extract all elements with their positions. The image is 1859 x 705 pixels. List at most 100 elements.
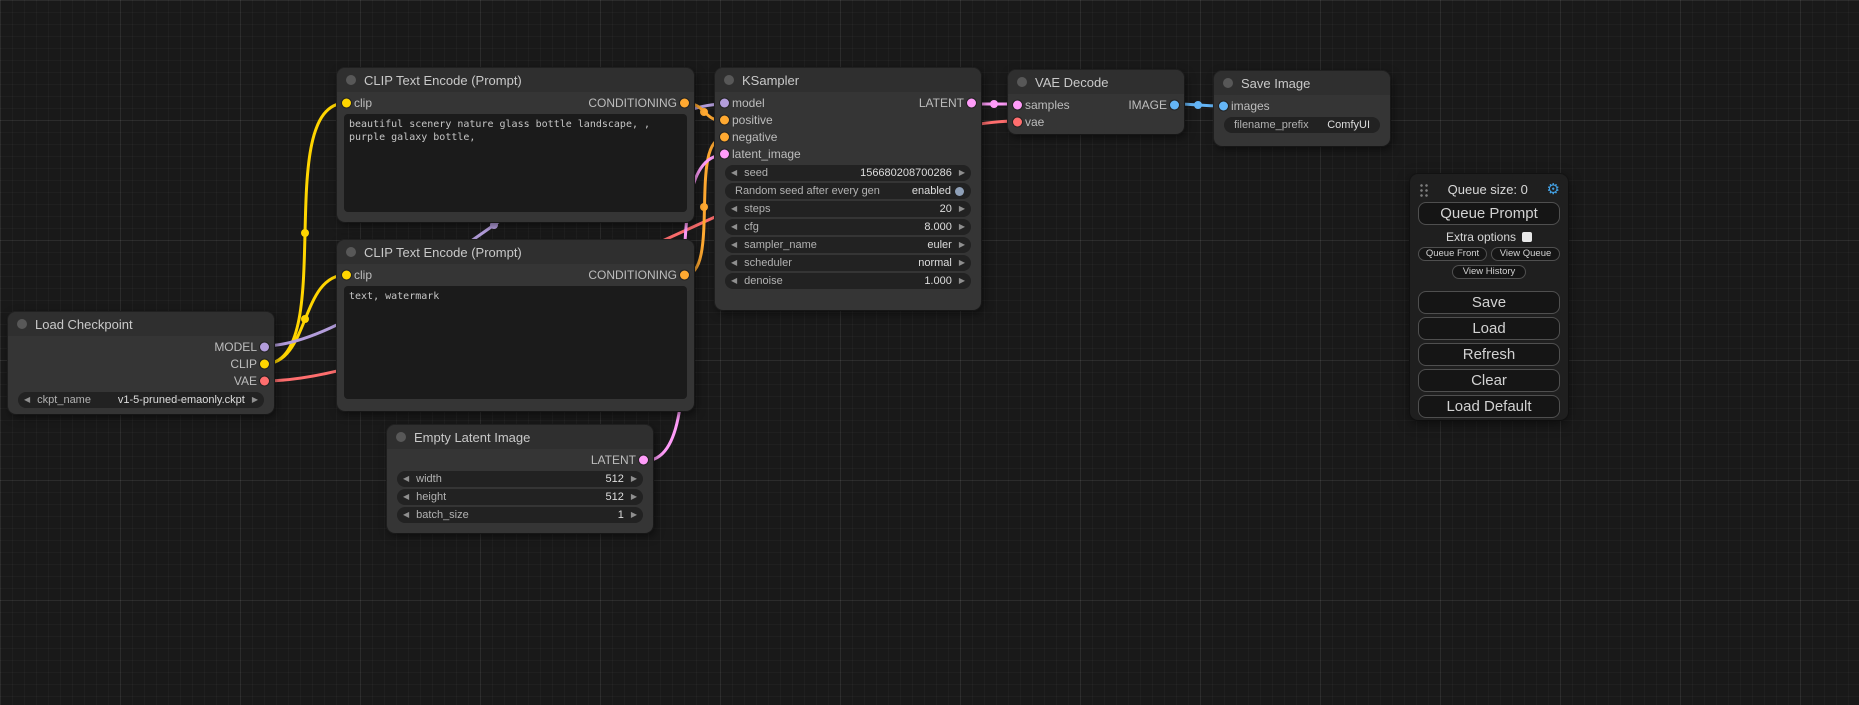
node-title-bar[interactable]: KSampler — [715, 68, 981, 92]
refresh-button[interactable]: Refresh — [1418, 343, 1560, 366]
view-history-button[interactable]: View History — [1452, 265, 1526, 279]
widget-label: denoise — [744, 275, 783, 287]
node-empty-latent-image[interactable]: Empty Latent Image LATENT ◀ width 512 ▶ … — [387, 425, 653, 533]
node-load-checkpoint[interactable]: Load Checkpoint MODEL CLIP VAE ◀ ckpt_na… — [8, 312, 274, 414]
decrement-arrow-icon[interactable]: ◀ — [403, 511, 409, 519]
collapse-toggle-icon[interactable] — [346, 247, 356, 257]
increment-arrow-icon[interactable]: ▶ — [959, 277, 965, 285]
collapse-toggle-icon[interactable] — [1017, 77, 1027, 87]
control-after-generate-widget[interactable]: Random seed after every gen enabled — [725, 183, 971, 199]
decrement-arrow-icon[interactable]: ◀ — [731, 277, 737, 285]
collapse-toggle-icon[interactable] — [396, 432, 406, 442]
widget-value: 1 — [618, 509, 624, 521]
collapse-toggle-icon[interactable] — [17, 319, 27, 329]
queue-prompt-button[interactable]: Queue Prompt — [1418, 202, 1560, 225]
clip-input-slot[interactable] — [342, 270, 351, 279]
node-title-bar[interactable]: Load Checkpoint — [8, 312, 274, 336]
decrement-arrow-icon[interactable]: ◀ — [731, 259, 737, 267]
positive-prompt-textarea[interactable]: beautiful scenery nature glass bottle la… — [344, 114, 687, 212]
collapse-toggle-icon[interactable] — [346, 75, 356, 85]
toggle-dot-icon[interactable] — [955, 187, 964, 196]
latent-output-slot[interactable] — [967, 98, 976, 107]
seed-widget[interactable]: ◀ seed 156680208700286 ▶ — [725, 165, 971, 181]
node-title: Empty Latent Image — [414, 430, 530, 445]
decrement-arrow-icon[interactable]: ◀ — [731, 241, 737, 249]
widget-label: seed — [744, 167, 768, 179]
output-label-conditioning: CONDITIONING — [588, 96, 677, 110]
node-vae-decode[interactable]: VAE Decode samples IMAGE vae — [1008, 70, 1184, 134]
ckpt-name-widget[interactable]: ◀ ckpt_name v1-5-pruned-emaonly.ckpt ▶ — [18, 392, 264, 408]
collapse-toggle-icon[interactable] — [724, 75, 734, 85]
cfg-widget[interactable]: ◀ cfg 8.000 ▶ — [725, 219, 971, 235]
decrement-arrow-icon[interactable]: ◀ — [403, 475, 409, 483]
widget-value: v1-5-pruned-emaonly.ckpt — [118, 394, 245, 406]
extra-options-checkbox[interactable] — [1522, 232, 1532, 242]
collapse-toggle-icon[interactable] — [1223, 78, 1233, 88]
link-midpoint-dot — [301, 315, 309, 323]
latent-image-input-slot[interactable] — [720, 149, 729, 158]
queue-front-button[interactable]: Queue Front — [1418, 247, 1487, 261]
clip-input-slot[interactable] — [342, 98, 351, 107]
height-widget[interactable]: ◀ height 512 ▶ — [397, 489, 643, 505]
latent-output-slot[interactable] — [639, 455, 648, 464]
image-output-slot[interactable] — [1170, 100, 1179, 109]
decrement-arrow-icon[interactable]: ◀ — [403, 493, 409, 501]
negative-input-slot[interactable] — [720, 132, 729, 141]
node-title-bar[interactable]: VAE Decode — [1008, 70, 1184, 94]
node-title-bar[interactable]: Save Image — [1214, 71, 1390, 95]
increment-arrow-icon[interactable]: ▶ — [631, 475, 637, 483]
node-title: KSampler — [742, 73, 799, 88]
conditioning-output-slot[interactable] — [680, 98, 689, 107]
extra-options-row: Extra options — [1418, 230, 1560, 244]
vae-input-slot[interactable] — [1013, 117, 1022, 126]
increment-arrow-icon[interactable]: ▶ — [959, 223, 965, 231]
vae-output-slot[interactable] — [260, 376, 269, 385]
samples-input-slot[interactable] — [1013, 100, 1022, 109]
node-title-bar[interactable]: Empty Latent Image — [387, 425, 653, 449]
node-title-bar[interactable]: CLIP Text Encode (Prompt) — [337, 68, 694, 92]
increment-arrow-icon[interactable]: ▶ — [252, 396, 258, 404]
decrement-arrow-icon[interactable]: ◀ — [731, 169, 737, 177]
steps-widget[interactable]: ◀ steps 20 ▶ — [725, 201, 971, 217]
batch-size-widget[interactable]: ◀ batch_size 1 ▶ — [397, 507, 643, 523]
clear-button[interactable]: Clear — [1418, 369, 1560, 392]
filename-prefix-widget[interactable]: filename_prefix ComfyUI — [1224, 117, 1380, 133]
positive-input-slot[interactable] — [720, 115, 729, 124]
slot-row: negative — [715, 128, 981, 145]
increment-arrow-icon[interactable]: ▶ — [631, 493, 637, 501]
increment-arrow-icon[interactable]: ▶ — [959, 241, 965, 249]
model-input-slot[interactable] — [720, 98, 729, 107]
graph-canvas[interactable]: Load Checkpoint MODEL CLIP VAE ◀ ckpt_na… — [0, 0, 1859, 705]
link-midpoint-dot — [700, 203, 708, 211]
node-clip-text-encode-positive[interactable]: CLIP Text Encode (Prompt) clip CONDITION… — [337, 68, 694, 222]
clip-output-slot[interactable] — [260, 359, 269, 368]
increment-arrow-icon[interactable]: ▶ — [631, 511, 637, 519]
widget-label: width — [416, 473, 442, 485]
load-button[interactable]: Load — [1418, 317, 1560, 340]
node-save-image[interactable]: Save Image images filename_prefix ComfyU… — [1214, 71, 1390, 146]
images-input-slot[interactable] — [1219, 101, 1228, 110]
increment-arrow-icon[interactable]: ▶ — [959, 205, 965, 213]
drag-handle-icon[interactable] — [1418, 182, 1429, 197]
load-default-button[interactable]: Load Default — [1418, 395, 1560, 418]
width-widget[interactable]: ◀ width 512 ▶ — [397, 471, 643, 487]
denoise-widget[interactable]: ◀ denoise 1.000 ▶ — [725, 273, 971, 289]
negative-prompt-textarea[interactable]: text, watermark — [344, 286, 687, 399]
input-label-images: images — [1231, 99, 1270, 113]
decrement-arrow-icon[interactable]: ◀ — [731, 205, 737, 213]
increment-arrow-icon[interactable]: ▶ — [959, 259, 965, 267]
model-output-slot[interactable] — [260, 342, 269, 351]
node-clip-text-encode-negative[interactable]: CLIP Text Encode (Prompt) clip CONDITION… — [337, 240, 694, 411]
decrement-arrow-icon[interactable]: ◀ — [24, 396, 30, 404]
decrement-arrow-icon[interactable]: ◀ — [731, 223, 737, 231]
view-queue-button[interactable]: View Queue — [1491, 247, 1560, 261]
node-title-bar[interactable]: CLIP Text Encode (Prompt) — [337, 240, 694, 264]
conditioning-output-slot[interactable] — [680, 270, 689, 279]
scheduler-widget[interactable]: ◀ scheduler normal ▶ — [725, 255, 971, 271]
sampler-name-widget[interactable]: ◀ sampler_name euler ▶ — [725, 237, 971, 253]
settings-gear-icon[interactable]: ⚙ — [1547, 180, 1560, 198]
widget-label: height — [416, 491, 446, 503]
node-ksampler[interactable]: KSampler model LATENT positive negative … — [715, 68, 981, 310]
save-button[interactable]: Save — [1418, 291, 1560, 314]
increment-arrow-icon[interactable]: ▶ — [959, 169, 965, 177]
